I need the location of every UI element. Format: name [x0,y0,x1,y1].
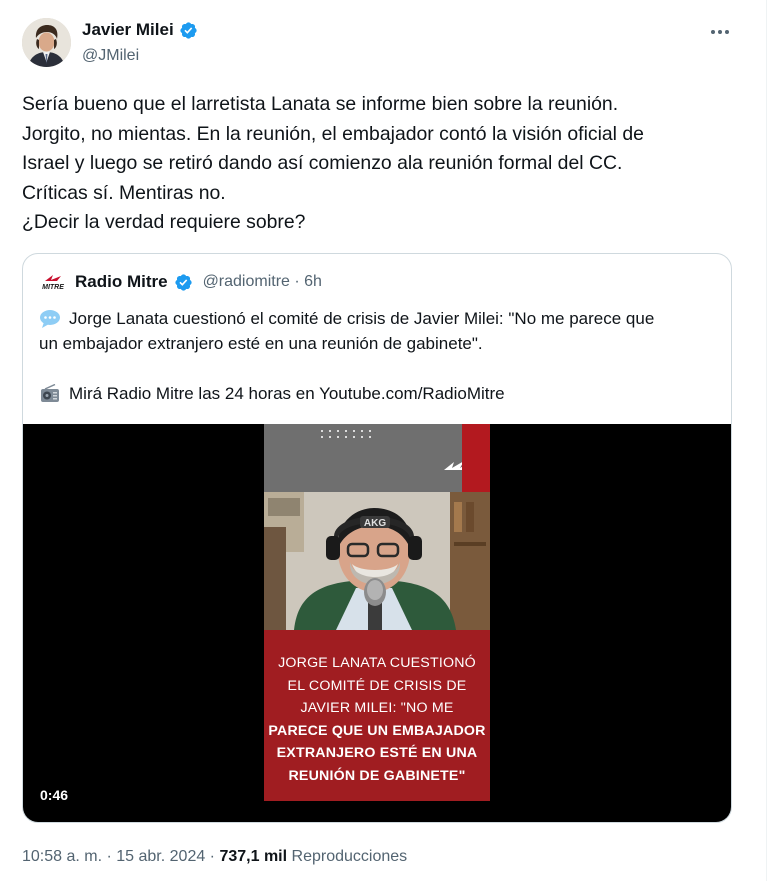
verified-badge-icon[interactable] [179,21,198,40]
dots-decoration [321,430,371,438]
tweet-text-line: ¿Decir la verdad requiere sobre? [22,211,306,233]
author-name[interactable]: Javier Milei [82,20,174,40]
caption-line: EXTRANJERO ESTÉ EN UNA [276,745,478,761]
svg-text:MITRE: MITRE [42,284,64,291]
quoted-text-line: Jorge Lanata cuestionó el comité de cris… [39,306,729,331]
verified-badge-icon [174,273,193,292]
quoted-tweet-header: MITRE Radio Mitre @radiomitre · 6h [39,271,322,293]
caption-line: REUNIÓN DE GABINETE" [288,767,466,784]
video-thumbnail: AKG JORGE LANATA CUESTIONÓ EL COMITÉ DE … [264,424,490,801]
tweet-text-line: Jorgito, no mientas. En la reunión, el e… [22,122,644,145]
caption-line: PARECE QUE UN EMBAJADOR [268,722,486,739]
quoted-text-blank [39,356,729,381]
tweet-timestamp[interactable]: 10:58 a. m. · 15 abr. 2024 · [22,848,219,865]
more-options-icon[interactable] [706,22,734,42]
quoted-tweet-text: Jorge Lanata cuestionó el comité de cris… [39,306,729,406]
thumbnail-photo: AKG [264,492,490,630]
tweet-text: Sería bueno que el larretista Lanata se … [22,90,722,238]
caption-fragment: JAVIER MILEI: "NO ME [300,700,454,716]
tweet-text-line: Sería bueno que el larretista Lanata se … [22,93,619,115]
view-count: 737,1 mil [219,848,288,865]
caption-line: JORGE LANATA CUESTIONÓ [278,655,476,671]
svg-text:AKG: AKG [364,518,386,529]
quoted-author-meta[interactable]: @radiomitre · 6h [203,273,322,291]
views-label: Reproducciones [287,848,408,865]
author-avatar[interactable] [22,18,71,67]
tweet-metadata: 10:58 a. m. · 15 abr. 2024 · 737,1 mil R… [22,848,407,866]
video-player[interactable]: AKG JORGE LANATA CUESTIONÓ EL COMITÉ DE … [23,424,731,822]
quoted-author-name[interactable]: Radio Mitre [75,272,168,292]
speech-balloon-icon [39,309,61,329]
video-duration: 0:46 [40,787,69,803]
caption-line: EL COMITÉ DE CRISIS DE [287,677,467,694]
tweet-text-line: Críticas sí. Mentiras no. [22,181,226,204]
quoted-text-line2: un embajador extranjero esté en una reun… [39,334,483,353]
quoted-text-line1: Jorge Lanata cuestionó el comité de cris… [69,309,655,328]
thumbnail-red-strip [462,424,490,492]
tweet-text-line: Israel y luego se retiró dando así comie… [22,152,623,174]
video-caption: JORGE LANATA CUESTIONÓ EL COMITÉ DE CRIS… [264,630,490,801]
radio-icon [39,383,61,404]
quoted-text-line: un embajador extranjero esté en una reun… [39,331,729,356]
radio-mitre-logo-icon[interactable]: MITRE [39,272,67,292]
tweet-article: Javier Milei @JMilei Sería bueno que el … [0,0,767,881]
quoted-text-line: Mirá Radio Mitre las 24 horas en Youtube… [39,381,729,406]
avatar-image [22,18,71,67]
caption-line: JAVIER MILEI: "NO ME [264,697,490,720]
thumbnail-top-band [264,424,474,492]
quoted-tweet-card[interactable]: MITRE Radio Mitre @radiomitre · 6h Jorge… [22,253,732,823]
quoted-text-line3: Mirá Radio Mitre las 24 horas en Youtube… [69,384,505,403]
author-handle[interactable]: @JMilei [82,47,139,65]
author-name-row[interactable]: Javier Milei [82,20,198,40]
